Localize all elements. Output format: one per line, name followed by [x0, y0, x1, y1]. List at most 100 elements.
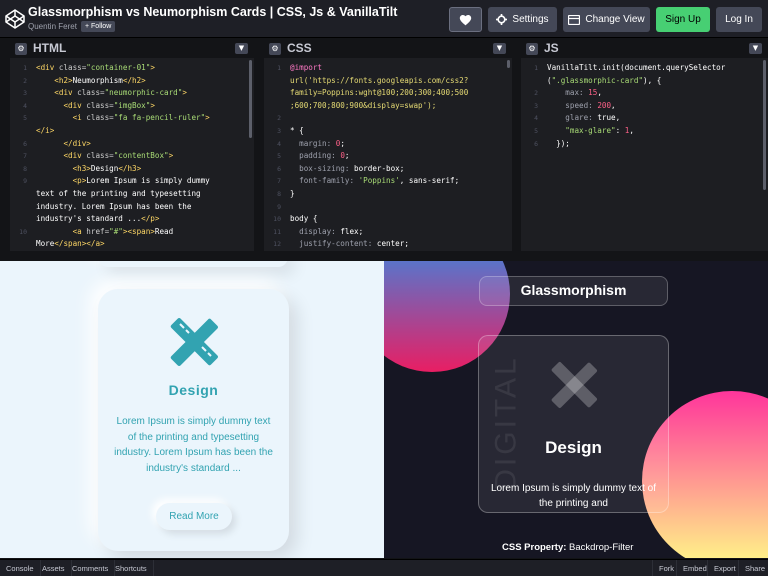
html-scrollbar[interactable]	[249, 60, 252, 138]
export-button[interactable]: Export	[707, 560, 742, 576]
code-token: VanillaTilt.init(document.querySelector	[547, 63, 726, 72]
code-token: "fa fa-pencil-ruler"	[113, 113, 206, 123]
code-token: max:	[565, 88, 589, 98]
code-token: ,	[597, 88, 602, 98]
code-token: >	[150, 63, 155, 72]
change-view-button[interactable]: Change View	[563, 7, 650, 32]
js-code-line: 4 glare: true,	[521, 112, 768, 125]
code-token: "imgBox"	[113, 100, 151, 110]
code-token: ><span>	[122, 226, 155, 236]
html-code-line: text of the printing and typesetting	[10, 188, 254, 201]
log-in-button[interactable]: Log In	[716, 7, 762, 32]
code-text: </i>	[36, 125, 54, 138]
comments-tab[interactable]: Comments	[66, 560, 116, 576]
settings-button[interactable]: Settings	[488, 7, 557, 32]
js-collapse-chevron-icon[interactable]: ▼	[749, 43, 762, 54]
js-settings-gear-icon[interactable]: ⚙	[526, 43, 538, 55]
js-editor[interactable]: ⚙ JS ▼ 1 VanillaTilt.init(document.queryS…	[521, 39, 768, 251]
code-token: <div	[63, 100, 87, 110]
code-token: </div>	[63, 138, 91, 148]
line-number: 8	[23, 164, 27, 173]
line-number: 9	[277, 202, 281, 211]
code-token: 'Poppins'	[358, 176, 400, 186]
css-settings-gear-icon[interactable]: ⚙	[269, 43, 281, 55]
love-button[interactable]	[449, 7, 482, 32]
follow-button[interactable]: + Follow	[81, 21, 116, 32]
code-token: }	[290, 189, 295, 198]
change-view-label: Change View	[585, 14, 645, 25]
code-token: More	[36, 239, 55, 249]
pen-title: Glassmorphism vs Neumorphism Cards | CSS…	[28, 5, 398, 19]
code-text: VanillaTilt.init(document.querySelector	[547, 62, 725, 75]
html-code-area[interactable]: 1 <div class="container-01"> 2 <h2>Neumorp…	[10, 58, 254, 251]
codepen-logo-icon[interactable]	[5, 9, 25, 29]
code-text: <h2>Neumorphism</h2>	[36, 75, 145, 88]
code-text: <h3>Design</h3>	[36, 163, 142, 176]
code-text: More</span></a>	[36, 238, 105, 251]
code-text: display: flex;	[290, 226, 363, 239]
code-token: <div	[36, 63, 59, 72]
css-code-line: 8}	[264, 188, 512, 201]
code-token: class=	[77, 88, 105, 98]
html-editor[interactable]: ⚙ HTML ▼ 1 <div class="container-01"> 2 <h…	[10, 39, 254, 251]
pencil-ruler-icon	[170, 318, 218, 366]
share-button[interactable]: Share	[738, 560, 768, 576]
css-scrollbar[interactable]	[507, 60, 510, 68]
js-code-area[interactable]: 1 VanillaTilt.init(document.querySelector…	[521, 58, 768, 251]
line-number: 3	[23, 89, 27, 98]
css-code-line: 7 font-family: 'Poppins', sans-serif;	[264, 175, 512, 188]
code-text: <div class="imgBox">	[36, 100, 154, 113]
js-scrollbar[interactable]	[763, 60, 766, 190]
css-code-line: family=Poppins:wght@100;200;300;400;500	[264, 87, 512, 100]
html-editor-header: ⚙ HTML ▼	[10, 39, 254, 58]
css-editor[interactable]: ⚙ CSS ▼ 1 @import url('https://fonts.googl…	[264, 39, 512, 251]
code-token: </p>	[141, 214, 160, 224]
html-code-line: industry. Lorem Ipsum has been the	[10, 201, 254, 214]
console-tab[interactable]: Console	[0, 560, 41, 576]
html-settings-gear-icon[interactable]: ⚙	[15, 43, 27, 55]
html-code-line: 7 <div class="contentBox">	[10, 150, 254, 163]
read-more-button[interactable]: Read More	[156, 503, 232, 530]
pencil-ruler-icon	[551, 361, 598, 409]
code-token: 200	[597, 100, 612, 110]
css-code-line: 10 body {	[264, 213, 512, 226]
js-code-line: 5 "max-glare": 1,	[521, 125, 768, 138]
code-token: <h3>	[72, 163, 91, 173]
sign-up-button[interactable]: Sign Up	[656, 7, 710, 32]
neumorphism-preview: Design Lorem Ipsum is simply dummy text …	[0, 261, 384, 558]
line-number: 1	[23, 64, 27, 72]
css-code-area[interactable]: 1 @import url('https://fonts.googleapis.co…	[264, 58, 512, 251]
code-text: (".glassmorphic-card"), {	[547, 75, 661, 88]
code-token: <div	[54, 88, 78, 98]
line-number: 4	[23, 101, 27, 110]
code-token: url('https://fonts.googleapis.com/css2?	[290, 75, 469, 85]
code-token: "max-glare"	[565, 126, 616, 135]
code-token: font-family:	[299, 176, 359, 186]
glassmorphic-card[interactable]: DIGITAL Design Lorem Ipsum is simply dum…	[478, 335, 669, 513]
code-token: Lorem Ipsum is simply dummy	[86, 176, 210, 186]
author-name[interactable]: Quentin Feret	[28, 22, 77, 31]
layout-icon	[568, 14, 581, 25]
css-code-line: 4 margin: 0;	[264, 138, 512, 151]
html-code-line: 4 <div class="imgBox">	[10, 100, 254, 113]
css-editor-header: ⚙ CSS ▼	[264, 39, 512, 58]
top-header: Glassmorphism vs Neumorphism Cards | CSS…	[0, 0, 768, 38]
html-code-line: industry's standard ...</p>	[10, 213, 254, 226]
html-collapse-chevron-icon[interactable]: ▼	[235, 43, 248, 54]
code-token: class=	[86, 113, 114, 123]
code-token: ;	[340, 138, 345, 148]
code-text: industry. Lorem Ipsum has been the	[36, 201, 191, 214]
line-number: 10	[273, 215, 281, 224]
line-number: 6	[277, 164, 281, 173]
shortcuts-tab[interactable]: Shortcuts	[109, 560, 154, 576]
css-collapse-chevron-icon[interactable]: ▼	[493, 43, 506, 54]
code-token: text of the printing and typesetting	[36, 189, 201, 198]
html-code-line: 3 <div class="neumorphic-card">	[10, 87, 254, 100]
